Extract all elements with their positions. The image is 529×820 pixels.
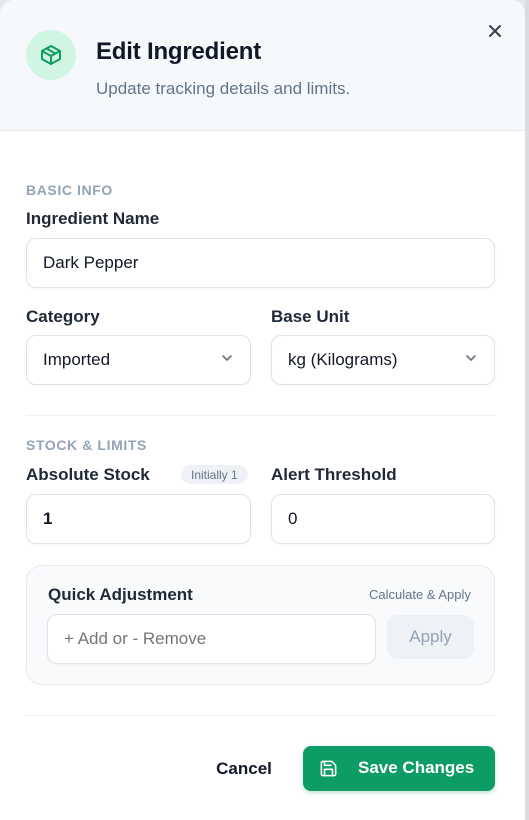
- alert-threshold-input[interactable]: [271, 494, 495, 544]
- ingredient-name-input[interactable]: [26, 238, 495, 288]
- category-select[interactable]: Imported: [26, 335, 251, 385]
- alert-threshold-label: Alert Threshold: [271, 465, 397, 484]
- package-icon: [26, 30, 76, 80]
- dialog-header: Edit Ingredient Update tracking details …: [0, 0, 525, 131]
- category-selected-value: Imported: [43, 350, 111, 369]
- section-divider: [26, 415, 495, 416]
- dialog-title: Edit Ingredient: [96, 38, 262, 65]
- chevron-down-icon: [464, 350, 478, 370]
- base-unit-label: Base Unit: [271, 307, 350, 326]
- basic-info-section-label: BASIC INFO: [26, 182, 113, 198]
- edit-ingredient-dialog: Edit Ingredient Update tracking details …: [0, 0, 525, 820]
- base-unit-select[interactable]: kg (Kilograms): [271, 335, 495, 385]
- save-changes-label: Save Changes: [358, 758, 475, 777]
- base-unit-selected-value: kg (Kilograms): [288, 350, 398, 369]
- apply-button[interactable]: Apply: [387, 615, 474, 659]
- cancel-button[interactable]: Cancel: [204, 747, 284, 791]
- adjustment-input[interactable]: [47, 614, 376, 664]
- absolute-stock-label: Absolute Stock: [26, 465, 150, 484]
- save-icon: [319, 759, 338, 783]
- save-changes-button[interactable]: Save Changes: [303, 746, 495, 791]
- window-edge: [525, 0, 529, 820]
- stock-limits-section-label: STOCK & LIMITS: [26, 437, 147, 453]
- footer-divider: [26, 715, 495, 716]
- dialog-subtitle: Update tracking details and limits.: [96, 79, 351, 98]
- chevron-down-icon: [220, 350, 234, 370]
- close-icon[interactable]: [484, 20, 506, 42]
- quick-adjustment-hint: Calculate & Apply: [369, 587, 471, 602]
- category-label: Category: [26, 307, 100, 326]
- initial-stock-badge: Initially 1: [181, 465, 248, 484]
- ingredient-name-label: Ingredient Name: [26, 209, 160, 228]
- absolute-stock-input[interactable]: [26, 494, 251, 544]
- quick-adjustment-title: Quick Adjustment: [48, 585, 193, 604]
